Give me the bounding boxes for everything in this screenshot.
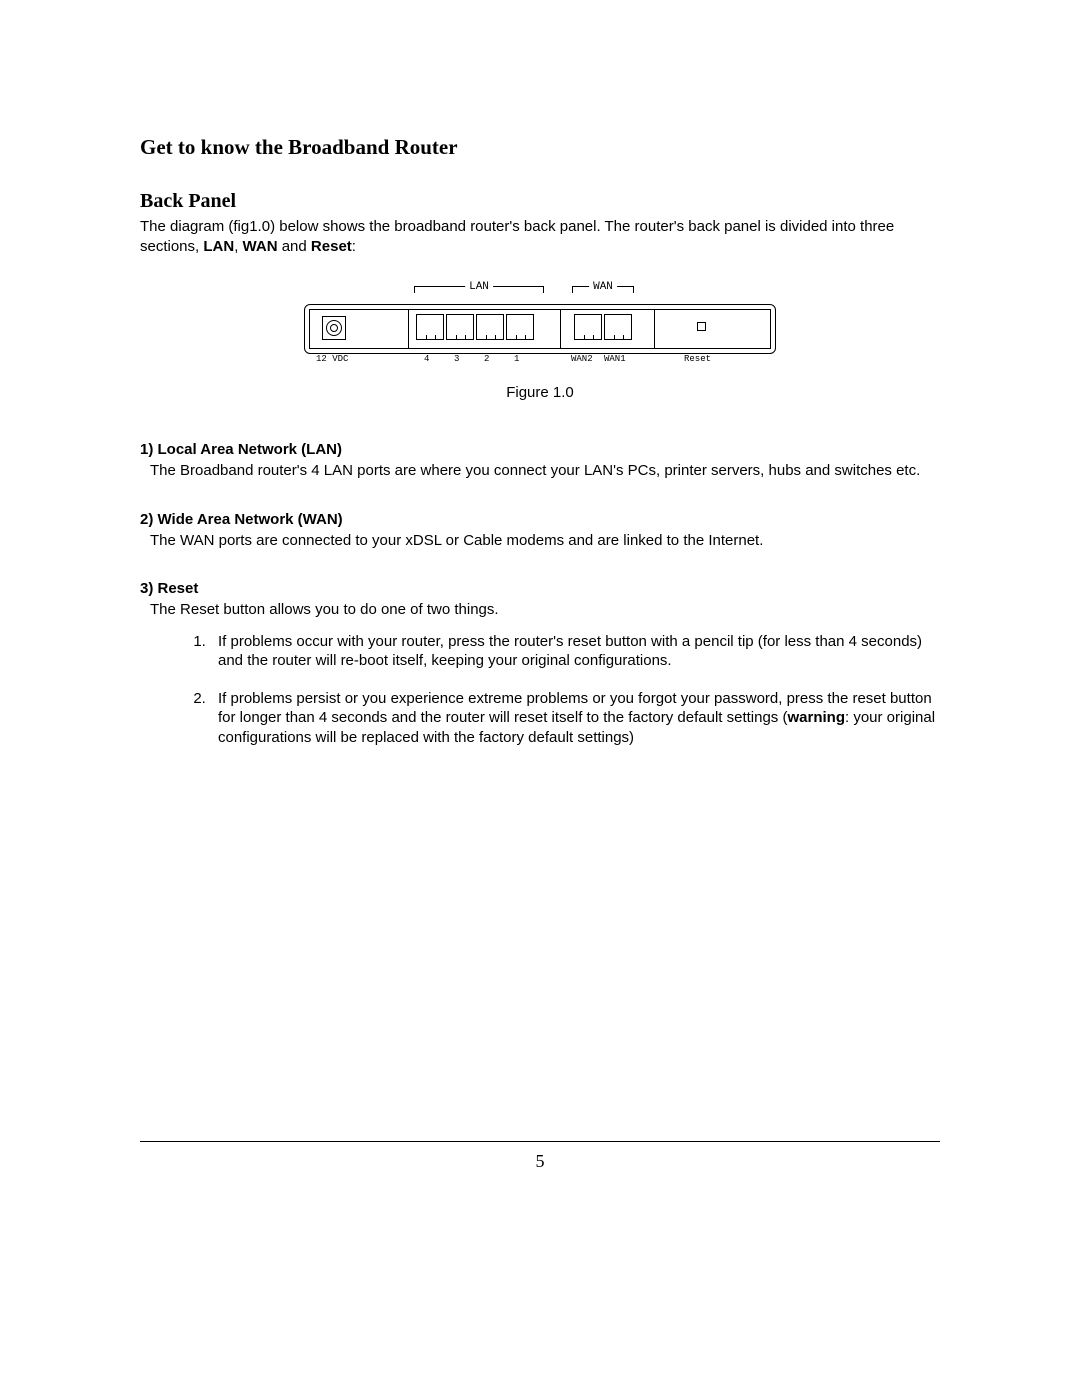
wan-port-label: WAN1 (604, 354, 626, 364)
page-number: 5 (0, 1151, 1080, 1172)
wan-port-group (574, 314, 634, 342)
section-subtitle: Back Panel (140, 190, 940, 213)
intro-bold-wan: WAN (243, 238, 278, 255)
reset-step-2-warning: warning (787, 709, 845, 726)
wan-port-2-icon (574, 314, 602, 340)
reset-body: The Reset button allows you to do one of… (150, 600, 940, 620)
lan-port-label: 3 (454, 354, 459, 364)
intro-bold-reset: Reset (311, 238, 352, 255)
lan-heading: 1) Local Area Network (LAN) (140, 441, 940, 458)
panel-inner (309, 309, 771, 349)
wan-heading: 2) Wide Area Network (WAN) (140, 511, 940, 528)
lan-bracket-label: LAN (465, 281, 493, 293)
intro-text: and (278, 238, 311, 255)
divider (654, 310, 655, 348)
lan-port-3-icon (446, 314, 474, 340)
lan-port-group (416, 314, 536, 342)
reset-heading: 3) Reset (140, 580, 940, 597)
intro-text: , (234, 238, 242, 255)
lan-port-4-icon (416, 314, 444, 340)
page: Get to know the Broadband Router Back Pa… (0, 0, 1080, 1397)
wan-bracket: WAN (572, 286, 634, 301)
reset-hole-icon (697, 322, 706, 331)
page-title: Get to know the Broadband Router (140, 135, 940, 160)
back-panel-diagram: LAN WAN (140, 286, 940, 368)
diagram-svg: LAN WAN (304, 286, 776, 364)
lan-port-label: 1 (514, 354, 519, 364)
figure-caption: Figure 1.0 (140, 384, 940, 401)
lan-port-label: 2 (484, 354, 489, 364)
panel-outline (304, 304, 776, 354)
wan-body: The WAN ports are connected to your xDSL… (150, 531, 940, 551)
wan-bracket-label: WAN (589, 281, 617, 293)
divider (408, 310, 409, 348)
power-jack-icon (322, 316, 346, 340)
lan-port-label: 4 (424, 354, 429, 364)
intro-bold-lan: LAN (203, 238, 234, 255)
lan-body: The Broadband router's 4 LAN ports are w… (150, 461, 940, 481)
reset-step-1: If problems occur with your router, pres… (210, 632, 940, 671)
divider (560, 310, 561, 348)
intro-text: : (352, 238, 356, 255)
wan-port-1-icon (604, 314, 632, 340)
intro-paragraph: The diagram (fig1.0) below shows the bro… (140, 217, 940, 256)
lan-port-1-icon (506, 314, 534, 340)
lan-bracket: LAN (414, 286, 544, 301)
footer-rule (140, 1141, 940, 1142)
reset-label: Reset (684, 354, 711, 364)
power-label: 12 VDC (316, 354, 348, 364)
lan-port-2-icon (476, 314, 504, 340)
reset-step-2: If problems persist or you experience ex… (210, 689, 940, 748)
reset-steps-list: If problems occur with your router, pres… (180, 632, 940, 748)
wan-port-label: WAN2 (571, 354, 593, 364)
